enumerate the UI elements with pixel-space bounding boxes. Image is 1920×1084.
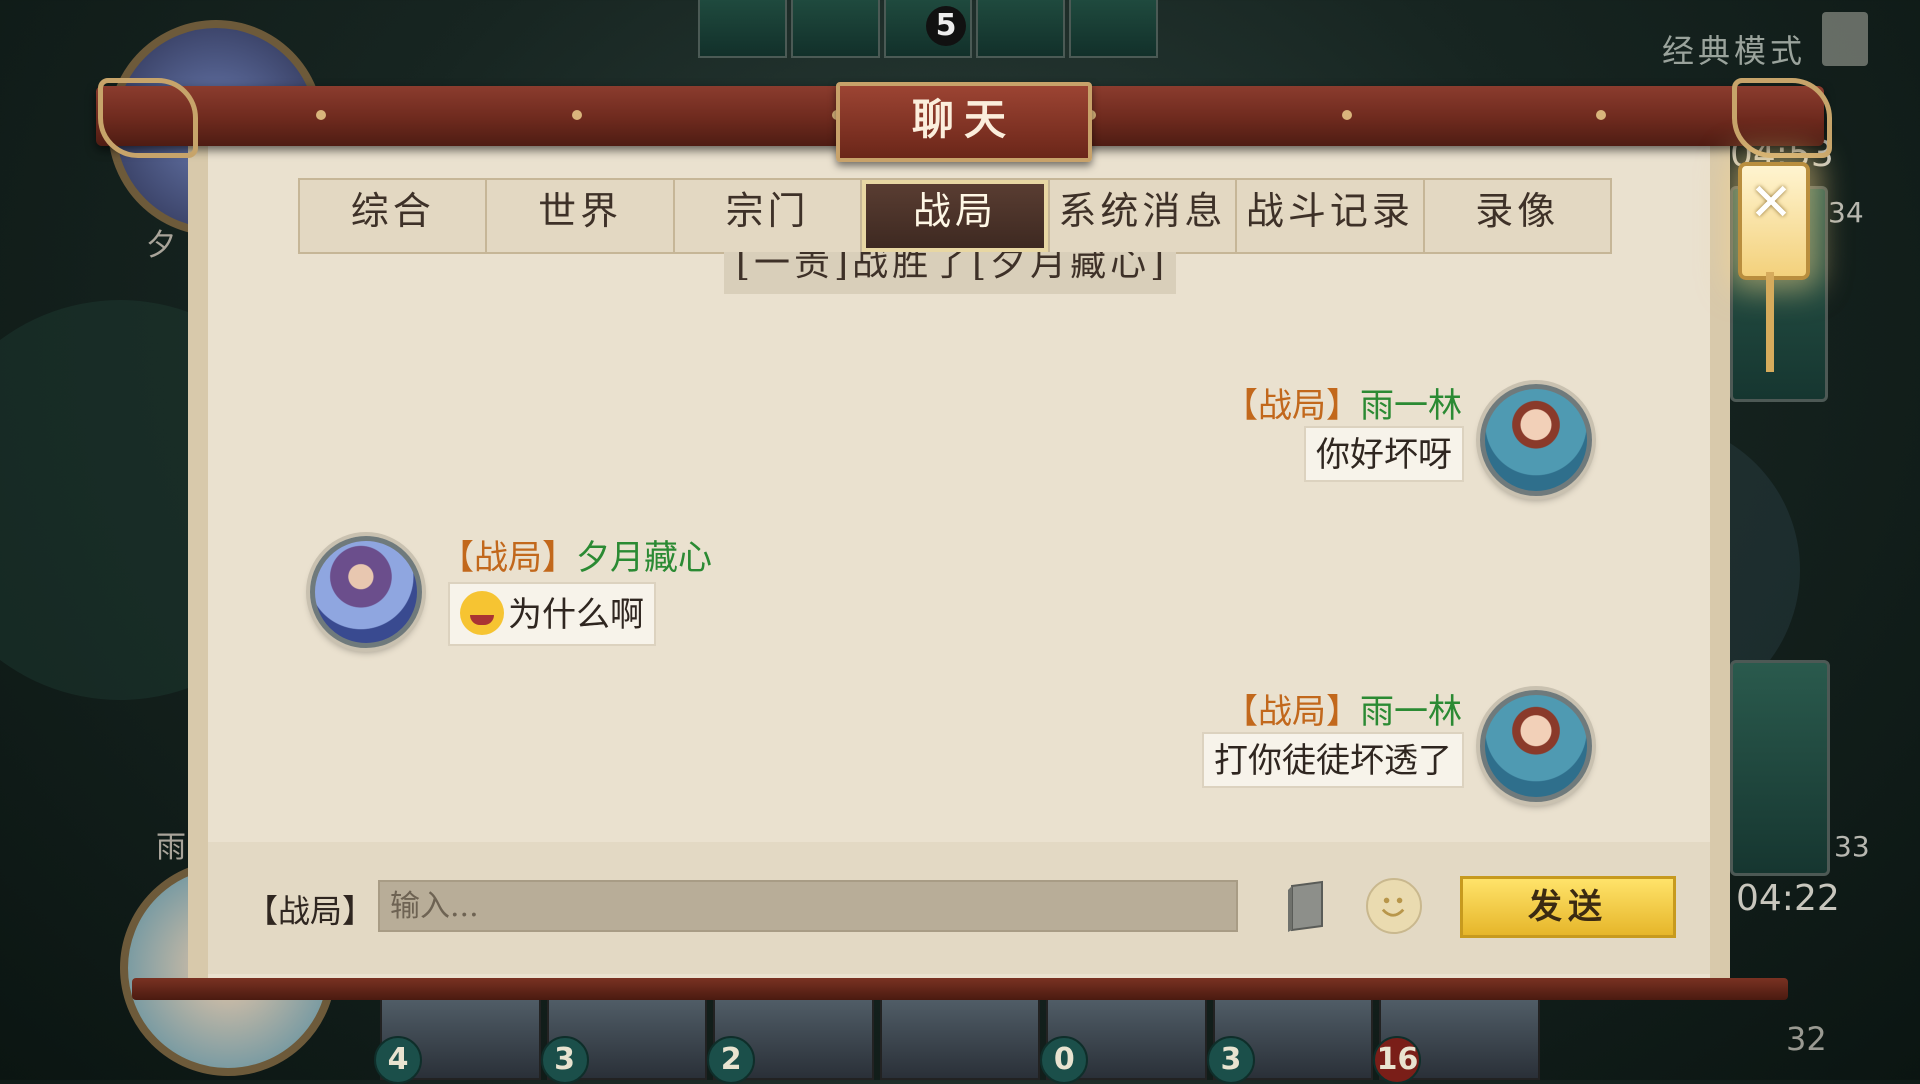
scroll-icon[interactable] [1822, 12, 1868, 66]
sender-avatar[interactable] [1480, 690, 1592, 802]
bar-ornament [572, 110, 582, 120]
send-button[interactable]: 发送 [1460, 876, 1676, 938]
panel-bottom-bar [132, 978, 1788, 1000]
message-bubble: 为什么啊 [448, 582, 656, 646]
sender-avatar[interactable] [310, 536, 422, 648]
message-bubble: 你好坏呀 [1304, 426, 1464, 482]
sender-avatar[interactable] [1480, 384, 1592, 496]
player-hand: 4 3 2 0 3 16 [374, 992, 1541, 1084]
message-channel: 【战局】 [440, 538, 576, 578]
card-cost: 16 [1373, 1036, 1422, 1084]
tab-general[interactable]: 综合 [300, 180, 488, 252]
message-bubble: 打你徒徒坏透了 [1202, 732, 1464, 788]
hand-card[interactable]: 3 [1206, 992, 1374, 1084]
hand-card[interactable]: 0 [1040, 992, 1207, 1084]
hand-card[interactable]: 4 [374, 992, 541, 1084]
tab-battle[interactable]: 战局 [862, 180, 1050, 252]
input-channel-prefix: 【战局】 [246, 892, 375, 930]
hand-card[interactable]: 16 [1373, 992, 1541, 1084]
card-cost: 0 [1040, 1036, 1089, 1084]
opponent-deck-count: 34 [1828, 196, 1864, 229]
system-message: [一责]战胜了[夕月藏心] [724, 252, 1176, 294]
smile-emoji-icon[interactable] [1366, 878, 1422, 934]
card-back [1069, 0, 1158, 58]
card-cost: 3 [540, 1036, 589, 1084]
hand-card[interactable]: 2 [707, 992, 874, 1084]
player-name: 雨 [156, 830, 186, 865]
tab-replay[interactable]: 录像 [1425, 180, 1610, 252]
message-channel: 【战局】 [1224, 386, 1360, 426]
chat-input[interactable] [378, 880, 1238, 932]
pet-count: 32 [1786, 1020, 1827, 1058]
crying-laughing-emoji-icon [460, 591, 504, 635]
book-icon[interactable] [1282, 880, 1330, 934]
chat-tabs: 综合 世界 宗门 战局 系统消息 战斗记录 录像 [298, 178, 1612, 254]
hand-card[interactable] [879, 992, 1041, 1080]
tab-world[interactable]: 世界 [487, 180, 675, 252]
message-header: 【战局】雨一林 [1224, 378, 1462, 427]
card-cost: 3 [1206, 1036, 1255, 1084]
card-cost: 4 [374, 1036, 422, 1084]
player-timer: 04:22 [1736, 878, 1840, 919]
hand-card[interactable]: 3 [540, 992, 708, 1084]
opponent-name: 夕 [146, 228, 176, 263]
tab-sect[interactable]: 宗门 [675, 180, 863, 252]
message-sender[interactable]: 夕月藏心 [576, 538, 712, 578]
card-back [976, 0, 1066, 58]
message-header: 【战局】雨一林 [1224, 684, 1462, 733]
card-back [698, 0, 787, 58]
mode-label: 经典模式 [1662, 32, 1807, 70]
player-deck-count: 33 [1834, 830, 1870, 863]
close-icon[interactable]: ✕ [1748, 177, 1794, 229]
corner-ornament [98, 78, 198, 158]
card-back [790, 0, 880, 58]
message-text: 为什么啊 [508, 595, 644, 635]
tassel-decoration [1766, 272, 1774, 372]
panel-title: 聊天 [836, 82, 1092, 162]
bar-ornament [316, 110, 326, 120]
tab-battle-log[interactable]: 战斗记录 [1237, 180, 1425, 252]
message-channel: 【战局】 [1224, 692, 1360, 732]
player-deck-pile [1730, 660, 1830, 876]
message-sender[interactable]: 雨一林 [1360, 692, 1462, 732]
card-cost: 2 [707, 1036, 756, 1084]
corner-ornament [1732, 78, 1832, 158]
deck-count-badge: 5 [926, 6, 966, 46]
bar-ornament [1342, 110, 1352, 120]
message-header: 【战局】夕月藏心 [440, 530, 712, 579]
system-message-text: [一责]战胜了[夕月藏心] [736, 252, 1169, 284]
message-sender[interactable]: 雨一林 [1360, 386, 1462, 426]
tab-system-messages[interactable]: 系统消息 [1050, 180, 1238, 252]
bar-ornament [1596, 110, 1606, 120]
